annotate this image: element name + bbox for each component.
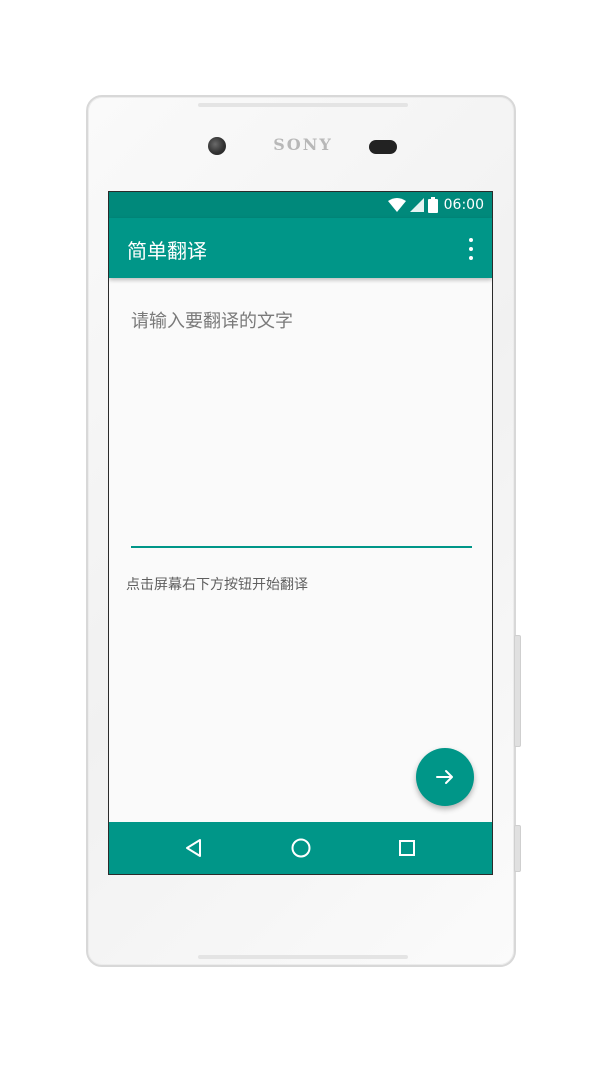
volume-button [514,825,521,872]
input-underline [131,546,472,548]
recents-icon [399,840,415,856]
device-brand: SONY [273,135,333,154]
battery-icon [427,197,438,213]
app-bar: 简单翻译 [109,218,492,278]
front-camera [208,137,226,155]
phone-top-edge [198,103,408,107]
nav-bar [109,822,492,874]
status-time: 06:00 [443,197,484,213]
phone-bottom-edge [198,955,408,959]
hint-text: 点击屏幕右下方按钮开始翻译 [126,577,308,593]
arrow-forward-icon [436,770,453,784]
screen: 06:00 简单翻译 请输入要翻译的文字 点击屏幕右下方按钮开始翻译 [108,191,493,875]
nav-back-button[interactable] [182,836,206,860]
nav-recents-button[interactable] [395,836,419,860]
signal-icon [409,198,424,212]
wifi-icon [387,198,406,212]
translate-fab-button[interactable] [416,748,474,806]
back-icon [186,839,201,857]
app-title: 简单翻译 [127,239,207,263]
power-button [514,635,521,747]
home-icon [291,838,311,858]
more-vert-icon[interactable] [464,238,478,260]
status-icons: 06:00 [387,196,484,214]
translate-input[interactable]: 请输入要翻译的文字 [131,302,471,502]
status-bar: 06:00 [109,192,492,218]
input-placeholder: 请输入要翻译的文字 [131,311,293,332]
earpiece-speaker [369,140,397,154]
nav-home-button[interactable] [289,836,313,860]
